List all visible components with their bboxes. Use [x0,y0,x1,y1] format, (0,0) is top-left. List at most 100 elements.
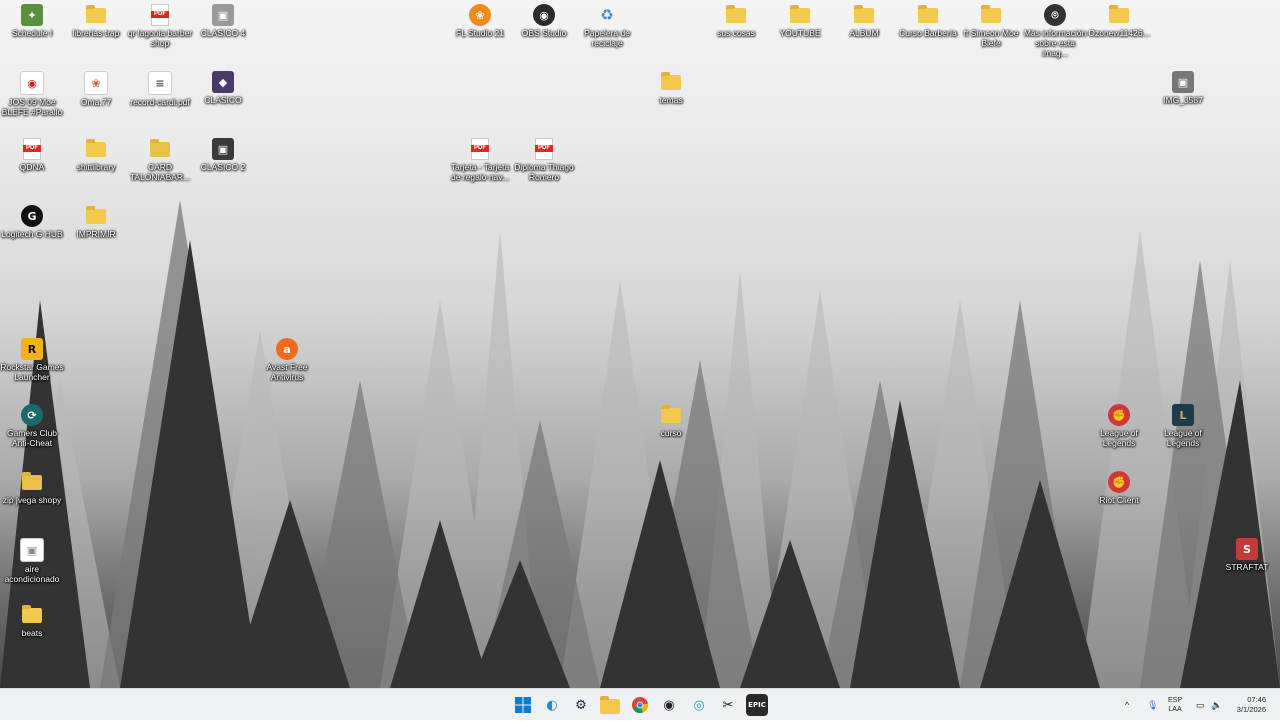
desktop-icon-youtube[interactable]: YOUTUBE [768,4,832,38]
desktop-icon-qdna[interactable]: QDNA [0,138,64,172]
icon-label: Oma.77 [80,97,112,107]
chrome-icon[interactable] [629,694,651,716]
icon-label: FL Studio 21 [456,28,504,38]
icon-label: curso [660,428,682,438]
keyboard-layout: LAA [1168,706,1182,713]
riot-icon: ✊ [1108,471,1130,493]
desktop-icon-record-cardi[interactable]: ≡ record-cardi.pdf [128,71,192,107]
icon-label: qr lagonia barber shop [127,28,193,48]
desktop-icon-jos09[interactable]: ◉ JOS 09 Moe BLEFE #Parallo [0,71,64,117]
desktop-icon-card-talonia[interactable]: CARD TALONIABAR... [128,138,192,182]
desktop-icon-librerias-trap[interactable]: librerias trap [64,4,128,38]
desktop-icon-imprimir[interactable]: IMPRIMIR [64,205,128,239]
icon-label: IMPRIMIR [76,229,116,239]
desktop: ✦ Schedule I librerias trap qr lagonia b… [0,0,1280,688]
icon-label: record-cardi.pdf [130,97,190,107]
rockstar-icon: R [21,338,43,360]
language-indicator[interactable]: ESP LAA [1168,696,1182,714]
desktop-icon-album[interactable]: ALBUM [832,4,896,38]
folder-icon [790,5,810,23]
folder-icon [981,5,1001,23]
icon-label: Rockstar Games Launcher [0,362,64,382]
icon-label: temas [659,95,683,105]
desktop-icon-straftat[interactable]: S STRAFTAT [1215,538,1279,572]
avast-icon: a [276,338,298,360]
desktop-icon-avast[interactable]: a Avast Free Antivirus [255,338,319,382]
pdf-icon [535,138,553,160]
icon-label: QDNA [19,162,45,172]
microphone-icon[interactable]: 🎙 [1147,689,1158,721]
project-file-icon: ❀ [84,71,108,95]
desktop-icon-recycle-bin[interactable]: ♻ Papelera de reciclaje [575,4,639,48]
desktop-icon-clasico-4[interactable]: ▣ CLASICO 4 [191,4,255,38]
folder-icon [1109,5,1129,23]
icon-label: League of Legends [1164,428,1202,448]
desktop-icon-aire[interactable]: ▣ aire acondicionado [0,538,64,584]
windows-start-icon[interactable] [512,694,534,716]
icon-label: beats [21,628,43,638]
icon-label: ft Simeon Moe Blefe [963,28,1019,48]
desktop-icon-riot-client[interactable]: ✊ Riot Client [1087,471,1151,505]
edge-icon[interactable]: ◐ [541,694,563,716]
desktop-icon-ft-simeon[interactable]: ft Simeon Moe Blefe [959,4,1023,48]
desktop-icon-clasico[interactable]: ◆ CLASICO [191,71,255,105]
icon-label: shittlibrary [76,162,116,172]
folder-icon [854,5,874,23]
desktop-icon-league[interactable]: L League of Legends [1151,404,1215,448]
icon-label: Diploma Thiago Romero [514,162,574,182]
desktop-icon-ozonew[interactable]: Ozonew11426... [1087,4,1151,38]
icon-label: STRAFTAT [1225,562,1269,572]
icon-label: Ozonew11426... [1088,28,1150,38]
desktop-icon-clasico-2[interactable]: ▣ CLASICO 2 [191,138,255,172]
obs-icon[interactable]: ◉ [658,694,680,716]
info-camera-icon: ⌾ [1044,4,1066,26]
folder-icon [661,405,681,423]
desktop-icon-qr-lagonia[interactable]: qr lagonia barber shop [128,4,192,48]
language-code: ESP [1168,697,1183,704]
steam-icon[interactable]: ⚙ [570,694,592,716]
desktop-icon-curso[interactable]: curso [639,404,703,438]
audio-file-icon: ◉ [20,71,44,95]
desktop-icon-img3587[interactable]: ▣ IMG_3587 [1151,71,1215,105]
folder-icon [22,605,42,623]
desktop-icon-schedule-i[interactable]: ✦ Schedule I [0,4,64,38]
straftat-icon: S [1236,538,1258,560]
capcut-icon[interactable]: ✂ [717,694,739,716]
show-hidden-icons[interactable]: ^ [1125,689,1129,721]
recycle-bin-icon: ♻ [600,6,614,24]
folder-icon [86,206,106,224]
desktop-icon-curso-barberia[interactable]: Curso Barbería [896,4,960,38]
desktop-icon-fl-studio[interactable]: ❀ FL Studio 21 [448,4,512,38]
pdf-icon [471,138,489,160]
desktop-icon-temas[interactable]: temas [639,71,703,105]
obs-icon: ◉ [533,4,555,26]
desktop-icon-shittlibrary[interactable]: shittlibrary [64,138,128,172]
desktop-icon-league-riot[interactable]: ✊ League of Legends [1087,404,1151,448]
icon-label: Avast Free Antivirus [266,362,308,382]
desktop-icon-beats[interactable]: beats [0,604,64,638]
desktop-icon-rockstar[interactable]: R Rockstar Games Launcher [0,338,64,382]
network-icon[interactable]: ▭ [1196,689,1205,721]
desktop-icon-zip-jvega[interactable]: zip jvega shopy [0,471,64,505]
file-explorer-icon[interactable] [599,694,621,716]
desktop-icon-sus-cosas[interactable]: sus cosas [704,4,768,38]
desktop-icon-diploma[interactable]: Diploma Thiago Romero [512,138,576,182]
icon-label: librerias trap [72,28,120,38]
icon-label: zip jvega shopy [2,495,62,505]
desktop-icon-oma77[interactable]: ❀ Oma.77 [64,71,128,107]
copilot-icon[interactable]: ◎ [688,694,710,716]
desktop-icon-mas-informacion[interactable]: ⌾ Más información sobre esta imag... [1023,4,1087,58]
desktop-icon-logitech[interactable]: G Logitech G HUB [0,205,64,239]
desktop-icon-tarjeta[interactable]: Tarjeta - Tarjeta de regalo nav... [448,138,512,182]
schedule-app-icon: ✦ [21,4,43,26]
system-clock[interactable]: 07:46 3/1/2026 [1237,695,1266,715]
clock-time: 07:46 [1247,695,1266,704]
folder-icon [918,5,938,23]
volume-icon[interactable]: 🔈 [1211,689,1222,721]
icon-label: CLASICO [204,95,242,105]
epic-games-icon[interactable]: EPIC [746,694,768,716]
image-file-icon: ▣ [212,138,234,160]
pdf-icon [23,138,41,160]
desktop-icon-obs[interactable]: ◉ OBS Studio [512,4,576,38]
desktop-icon-gamers-club[interactable]: ⟳ Gamers Club Anti-Cheat [0,404,64,448]
